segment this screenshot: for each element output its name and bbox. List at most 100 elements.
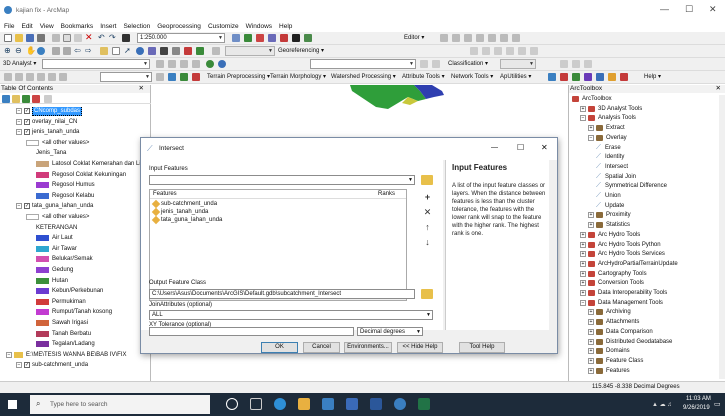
add-feature-icon[interactable]: + (421, 192, 434, 204)
toc-options-icon[interactable] (44, 95, 52, 103)
toolbox-item-3d-analyst-tools[interactable]: +3D Analyst Tools (580, 105, 642, 113)
browse-folder-icon[interactable] (421, 175, 433, 185)
raster-tool-b-icon[interactable] (432, 60, 440, 68)
expand-collapse-icon[interactable]: + (588, 309, 594, 316)
add-data-icon[interactable] (122, 34, 130, 42)
save-icon[interactable] (26, 34, 34, 42)
minimize-window-icon[interactable]: — (660, 4, 669, 14)
toolbox-item-archydropartialterrainupdate[interactable]: + ArcHydroPartialTerrainUpdate (580, 260, 678, 268)
table-of-contents-icon[interactable] (244, 34, 252, 42)
menu-help[interactable]: Help (279, 23, 292, 30)
toc-row-cncomp-subdas[interactable]: − ✓ CNcomp_subdas (16, 107, 83, 116)
store-icon[interactable] (322, 398, 334, 410)
arctoolbox-close-icon[interactable]: ✕ (716, 85, 721, 93)
menu-geoprocessing[interactable]: Geoprocessing (157, 23, 201, 30)
toc-row-latosol-coklat-kemerahan-dan-litosol[interactable]: Latosol Coklat Kemerahan dan Litosol (36, 160, 151, 168)
classification-layer-combo[interactable]: ▼ (310, 59, 416, 69)
toc-row-regosol-coklat-kekuningan[interactable]: Regosol Coklat Kekuningan (36, 171, 126, 179)
toc-row-jenis-tana[interactable]: Jenis_Tana (36, 149, 66, 157)
feature-row[interactable]: jenis_tanah_unda (151, 207, 208, 217)
copy-icon[interactable] (63, 34, 71, 42)
expand-collapse-icon[interactable]: + (588, 222, 594, 229)
toolbox-item-overlay[interactable]: − Overlay (588, 134, 627, 142)
arcmap-taskbar-icon[interactable] (394, 398, 406, 410)
print-icon[interactable] (37, 34, 45, 42)
excel-icon[interactable] (418, 398, 430, 410)
flag-icon[interactable] (608, 73, 616, 81)
select-elements-icon[interactable] (112, 47, 120, 55)
hydro-tool-g-icon[interactable] (156, 73, 164, 81)
toolbox-item-attachments[interactable]: + Attachments (588, 318, 639, 326)
mail-icon[interactable] (346, 398, 358, 410)
arctoolbox-scrollbar[interactable] (719, 95, 725, 379)
identify-icon[interactable] (136, 47, 144, 55)
expand-collapse-icon[interactable]: + (580, 105, 586, 112)
toc-row-regosol-kelabu[interactable]: Regosol Kelabu (36, 192, 94, 200)
expand-collapse-icon[interactable]: + (580, 270, 586, 277)
edge-browser-icon[interactable] (274, 398, 286, 410)
search-window-icon[interactable] (268, 34, 276, 42)
arc-hydro-help-menu[interactable]: Help ▾ (644, 73, 661, 81)
layer-visibility-checkbox[interactable]: ✓ (24, 118, 30, 125)
ranks-column-header[interactable]: Ranks (378, 191, 395, 197)
toc-row-belukar-semak[interactable]: Belukar/Semak (36, 255, 93, 263)
toolbox-item-analysis-tools[interactable]: − Analysis Tools (580, 114, 636, 122)
dialog-close-icon[interactable]: ✕ (541, 143, 548, 152)
toc-row-tata-guna-lahan-unda[interactable]: − ✓ tata_guna_lahan_unda (16, 202, 93, 210)
expand-collapse-icon[interactable]: + (588, 348, 594, 355)
zoom-in-icon[interactable]: ⊕ (4, 47, 12, 55)
point-delineation-icon[interactable] (560, 73, 568, 81)
image-tool-a-icon[interactable] (560, 60, 568, 68)
features-column-header[interactable]: Features (153, 191, 177, 197)
list-by-selection-icon[interactable] (32, 95, 40, 103)
expand-collapse-icon[interactable]: + (580, 290, 586, 296)
symbol-swatch[interactable] (36, 256, 49, 263)
browse-output-folder-icon[interactable] (421, 289, 433, 299)
sketch-properties-icon[interactable] (512, 34, 520, 42)
notifications-icon[interactable]: ▭ (714, 400, 721, 408)
toolbox-item-arc-hydro-tools-python[interactable]: + Arc Hydro Tools Python (580, 241, 661, 249)
trace-icon[interactable] (464, 34, 472, 42)
attributes-icon[interactable] (500, 34, 508, 42)
toolbox-item-union[interactable]: ⟋ Union (596, 192, 621, 200)
symbol-swatch[interactable] (26, 139, 39, 146)
hydro-tool-c-icon[interactable] (26, 73, 34, 81)
menu-view[interactable]: View (40, 23, 54, 30)
toolbox-item-data-management-tools[interactable]: − Data Management Tools (580, 299, 663, 307)
toc-row-overlay-nilai-cn[interactable]: − ✓ overlay_nilai_CN (16, 118, 77, 126)
line-of-sight-icon[interactable] (180, 60, 188, 68)
image-tool-c-icon[interactable] (584, 60, 592, 68)
toc-row-permukiman[interactable]: Permukiman (36, 298, 86, 306)
list-by-drawing-order-icon[interactable] (2, 95, 10, 103)
raster-tool-a-icon[interactable] (420, 60, 428, 68)
layer-visibility-checkbox[interactable]: ✓ (24, 108, 30, 114)
straight-segment-icon[interactable] (452, 34, 460, 42)
xy-tolerance-unit-select[interactable]: Decimal degrees ▼ (357, 327, 423, 336)
cut-icon[interactable] (52, 34, 60, 42)
input-features-combo[interactable]: ▼ (149, 175, 415, 185)
forward-extent-icon[interactable]: ⇨ (85, 47, 93, 55)
expand-collapse-icon[interactable]: + (588, 328, 594, 335)
toolbox-item-arc-hydro-tools[interactable]: + Arc Hydro Tools (580, 231, 640, 239)
tray-icons[interactable]: ▲ ☁ ♫ (652, 401, 672, 408)
editor-menu[interactable]: Editor ▾ (404, 34, 424, 42)
classification-menu[interactable]: Classification ▾ (448, 60, 488, 68)
expand-collapse-icon[interactable]: + (580, 280, 586, 287)
layer-visibility-checkbox[interactable]: ✓ (24, 203, 30, 210)
join-attributes-select[interactable]: ALL ▼ (149, 310, 433, 320)
expand-collapse-icon[interactable]: − (580, 115, 586, 122)
steepest-path-icon[interactable] (168, 60, 176, 68)
expand-collapse-icon[interactable]: − (16, 203, 22, 210)
toolbox-item-cartography-tools[interactable]: + Cartography Tools (580, 270, 647, 278)
toolbox-item-extract[interactable]: + Extract (588, 124, 625, 132)
marker-icon[interactable] (620, 73, 628, 81)
network-tools-menu[interactable]: Network Tools ▾ (451, 73, 493, 81)
measure-icon[interactable] (172, 47, 180, 55)
edit-tool-icon[interactable] (440, 34, 448, 42)
batch-point-icon[interactable] (596, 73, 604, 81)
expand-collapse-icon[interactable]: − (6, 351, 12, 358)
menu-edit[interactable]: Edit (21, 23, 32, 30)
fixed-zoom-in-icon[interactable] (52, 47, 60, 55)
menu-insert[interactable]: Insert (100, 23, 116, 30)
trace-downstream-icon[interactable] (584, 73, 592, 81)
